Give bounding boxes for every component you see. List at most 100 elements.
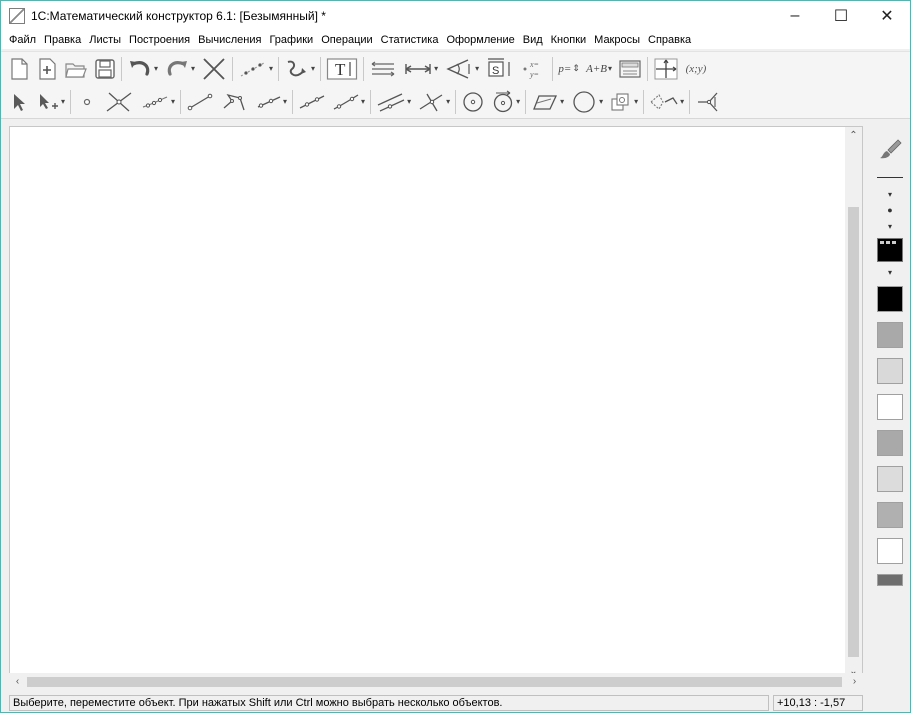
point-coords-button[interactable]: (x;y) [682,54,710,84]
scroll-up-icon[interactable]: ⌃ [845,127,862,144]
point-tool-button[interactable] [73,87,101,117]
menu-view[interactable]: Вид [519,34,547,46]
formula-button[interactable]: A+B ▾ [583,54,615,84]
menu-constructions[interactable]: Построения [125,34,194,46]
menu-file[interactable]: Файл [5,34,40,46]
redo-button[interactable]: ▾ [161,54,198,84]
perpendicular-tool-button[interactable]: ▾ [414,87,453,117]
symmetry-tool-button[interactable]: ▾ [646,87,687,117]
parallel-tool-button[interactable]: ▾ [373,87,414,117]
distance-button[interactable]: ▾ [400,54,441,84]
curve-line-tool-button[interactable]: ▾ [329,87,368,117]
color-swatch[interactable] [877,538,903,564]
transform-tool-button[interactable]: ▾ [606,87,641,117]
point-dropdown-icon[interactable]: ▾ [171,97,175,106]
color-swatch[interactable] [877,430,903,456]
ellipse-tool-button[interactable]: ▾ [567,87,606,117]
parallel-dropdown-icon[interactable]: ▾ [407,97,411,106]
menu-macros[interactable]: Макросы [590,34,644,46]
multi-select-button[interactable]: ▾ [33,87,68,117]
menu-calculations[interactable]: Вычисления [194,34,265,46]
line-style-dropdown-icon[interactable]: ▾ [877,188,903,200]
line-width-button[interactable] [877,170,903,184]
vertical-scroll-thumb[interactable] [848,207,859,657]
color-swatch[interactable] [877,322,903,348]
locus-tool-button[interactable] [692,87,724,117]
point-on-curve-button[interactable]: ▾ [137,87,178,117]
vertical-scrollbar[interactable]: ⌃ ⌄ [845,127,862,680]
drawing-canvas[interactable]: ⌃ ⌄ [9,126,863,681]
new-sheet-button[interactable] [33,54,61,84]
animation-button[interactable]: ▾ [281,54,318,84]
ray-tool-button[interactable]: ▾ [251,87,290,117]
line-tool-button[interactable] [295,87,329,117]
color-palette-button[interactable] [877,236,903,264]
horizontal-scrollbar[interactable]: ‹ › [9,673,863,690]
polygon-tool-button[interactable]: ▾ [528,87,567,117]
select-dropdown-icon[interactable]: ▾ [61,97,65,106]
color-swatch[interactable] [877,502,903,528]
ray-dropdown-icon[interactable]: ▾ [283,97,287,106]
toolbar-separator [320,56,322,81]
new-file-button[interactable] [5,54,33,84]
point-icon [83,98,91,105]
horizontal-scroll-thumb[interactable] [27,677,842,687]
swatch-gray [877,502,903,528]
text-button[interactable]: T [323,54,361,84]
intersection-tool-button[interactable] [101,87,137,117]
menu-graphs[interactable]: Графики [265,34,317,46]
animation-dropdown-icon[interactable]: ▾ [311,64,315,73]
distance-dropdown-icon[interactable]: ▾ [434,64,438,73]
perpendicular-dropdown-icon[interactable]: ▾ [446,97,450,106]
menu-buttons[interactable]: Кнопки [547,34,591,46]
scroll-right-icon[interactable]: › [846,673,863,690]
redo-dropdown-icon[interactable]: ▾ [191,64,195,73]
undo-dropdown-icon[interactable]: ▾ [154,64,158,73]
segment-tool-button[interactable] [183,87,217,117]
close-button[interactable]: ✕ [864,1,910,31]
minimize-button[interactable]: – [772,1,818,31]
trace-button[interactable]: ▾ [235,54,276,84]
save-button[interactable] [91,54,119,84]
transform-dropdown-icon[interactable]: ▾ [634,97,638,106]
calculator-button[interactable] [615,54,645,84]
trace-dropdown-icon[interactable]: ▾ [269,64,273,73]
angle-measure-button[interactable]: ▾ [441,54,482,84]
scroll-left-icon[interactable]: ‹ [9,673,26,690]
parameter-button[interactable]: p= ⇕ [555,54,583,84]
palette-dropdown-icon[interactable]: ▾ [877,266,903,278]
select-tool-button[interactable] [5,87,33,117]
polygon-dropdown-icon[interactable]: ▾ [560,97,564,106]
variable-button[interactable]: x= y= [518,54,550,84]
delete-button[interactable] [198,54,230,84]
formula-dropdown-icon[interactable]: ▾ [608,64,612,73]
menu-formatting[interactable]: Оформление [442,34,518,46]
line-dropdown-icon[interactable]: ▾ [361,97,365,106]
snap-button[interactable]: S [482,54,518,84]
point-style-button[interactable]: ● [877,204,903,216]
menu-statistics[interactable]: Статистика [377,34,443,46]
open-button[interactable] [61,54,91,84]
angle-dropdown-icon[interactable]: ▾ [475,64,479,73]
color-swatch[interactable] [877,574,903,586]
menu-edit[interactable]: Правка [40,34,85,46]
color-swatch[interactable] [877,358,903,384]
axes-button[interactable] [650,54,682,84]
brush-button[interactable] [877,136,903,162]
symmetry-dropdown-icon[interactable]: ▾ [680,97,684,106]
maximize-button[interactable]: ☐ [818,1,864,31]
table-button[interactable] [366,54,400,84]
menu-sheets[interactable]: Листы [85,34,125,46]
menu-help[interactable]: Справка [644,34,695,46]
ellipse-dropdown-icon[interactable]: ▾ [599,97,603,106]
menu-operations[interactable]: Операции [317,34,376,46]
circle-arrow-tool-button[interactable]: ▾ [488,87,523,117]
point-style-dropdown-icon[interactable]: ▾ [877,220,903,232]
color-swatch[interactable] [877,286,903,312]
circle-center-tool-button[interactable] [458,87,488,117]
color-swatch[interactable] [877,394,903,420]
undo-button[interactable]: ▾ [124,54,161,84]
polyline-tool-button[interactable] [217,87,251,117]
circle-dropdown-icon[interactable]: ▾ [516,97,520,106]
color-swatch[interactable] [877,466,903,492]
